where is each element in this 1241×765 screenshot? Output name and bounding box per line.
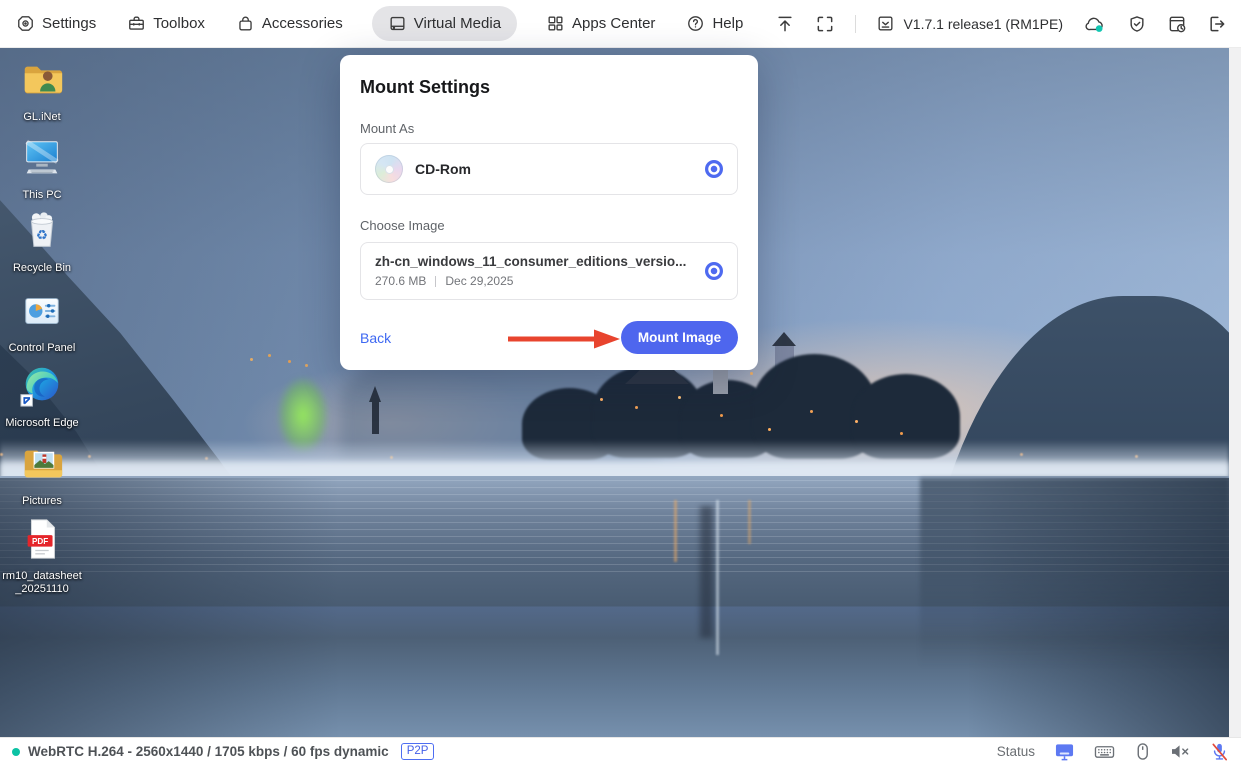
mount-settings-dialog: Mount Settings Mount As CD-Rom Choose Im…	[340, 55, 758, 370]
p2p-badge: P2P	[401, 743, 435, 760]
menu-item-label: Help	[712, 15, 743, 32]
cdrom-disc-icon	[375, 155, 403, 183]
stream-info: WebRTC H.264 - 2560x1440 / 1705 kbps / 6…	[28, 744, 389, 759]
desktop-icon-label: This PC	[22, 189, 61, 202]
desktop-icon-label: Recycle Bin	[13, 262, 71, 275]
control-panel-icon	[19, 288, 65, 339]
desktop-icon-glinet[interactable]: GL.iNet	[0, 57, 84, 124]
desktop-icon-label: Pictures	[22, 495, 62, 508]
shield-check-icon[interactable]	[1127, 14, 1147, 34]
image-size: 270.6 MB	[375, 274, 426, 288]
menu-item-apps-center[interactable]: Apps Center	[544, 6, 657, 41]
firmware-version: V1.7.1 release1 (RM1PE)	[903, 16, 1063, 32]
desktop-icon-label: Microsoft Edge	[5, 417, 78, 430]
settings-icon	[16, 14, 35, 33]
desktop-icon-label: GL.iNet	[23, 111, 60, 124]
main-menu: Settings Toolbox Accessories	[14, 6, 745, 41]
menu-item-help[interactable]: Help	[684, 6, 745, 41]
upload-icon[interactable]	[775, 14, 795, 34]
desktop-icon-label: rm10_datasheet_20251110	[2, 570, 82, 596]
version-group: V1.7.1 release1 (RM1PE)	[876, 14, 1063, 33]
mouse-icon[interactable]	[1134, 742, 1151, 761]
back-link[interactable]: Back	[360, 330, 391, 346]
keyboard-icon[interactable]	[1094, 742, 1115, 761]
display-icon[interactable]	[1054, 742, 1075, 761]
computer-icon	[19, 135, 65, 186]
image-option[interactable]: zh-cn_windows_11_consumer_editions_versi…	[360, 242, 738, 300]
image-radio[interactable]	[705, 262, 723, 280]
microphone-muted-icon[interactable]	[1210, 742, 1229, 762]
svg-text:♻: ♻	[36, 229, 48, 244]
edge-icon	[19, 363, 65, 414]
desktop-icon-recycle-bin[interactable]: ♻ Recycle Bin	[0, 208, 84, 275]
cdrom-option[interactable]: CD-Rom	[360, 143, 738, 195]
session-record-icon[interactable]	[1167, 14, 1187, 34]
desktop-icon-control-panel[interactable]: Control Panel	[0, 288, 84, 355]
menu-item-label: Accessories	[262, 15, 343, 32]
virtual-media-icon	[388, 14, 407, 33]
help-icon	[686, 14, 705, 33]
user-folder-icon	[19, 57, 65, 108]
menu-item-label: Settings	[42, 15, 96, 32]
online-dot-icon	[12, 748, 20, 756]
wallpaper-church-spire	[372, 400, 379, 434]
remote-kvm-app: Settings Toolbox Accessories	[0, 0, 1241, 765]
svg-text:PDF: PDF	[32, 537, 48, 546]
toolbar-actions: V1.7.1 release1 (RM1PE)	[775, 14, 1227, 34]
choose-image-label: Choose Image	[360, 218, 445, 233]
menu-item-label: Toolbox	[153, 15, 205, 32]
pdf-icon: PDF	[19, 516, 65, 567]
meta-divider	[435, 276, 436, 287]
menu-item-accessories[interactable]: Accessories	[234, 6, 345, 41]
status-label: Status	[997, 744, 1035, 759]
accessories-icon	[236, 14, 255, 33]
tutorial-arrow-icon	[506, 328, 622, 355]
exit-icon[interactable]	[1207, 14, 1227, 34]
top-toolbar: Settings Toolbox Accessories	[0, 0, 1241, 48]
desktop-icon-this-pc[interactable]: This PC	[0, 135, 84, 202]
recycle-bin-icon: ♻	[19, 208, 65, 259]
cdrom-option-label: CD-Rom	[415, 161, 471, 177]
desktop-icon-edge[interactable]: Microsoft Edge	[0, 363, 84, 430]
desktop-icon-pictures[interactable]: Pictures	[0, 441, 84, 508]
statusbar-devices: Status	[997, 742, 1229, 762]
video-letterbox	[1229, 48, 1241, 737]
cdrom-radio[interactable]	[705, 160, 723, 178]
menu-item-virtual-media[interactable]: Virtual Media	[372, 6, 517, 41]
connection-statusbar: WebRTC H.264 - 2560x1440 / 1705 kbps / 6…	[0, 737, 1241, 765]
menu-item-settings[interactable]: Settings	[14, 6, 98, 41]
fullscreen-icon[interactable]	[815, 14, 835, 34]
toolbox-icon	[127, 14, 146, 33]
pictures-folder-icon	[19, 441, 65, 492]
menu-item-label: Virtual Media	[414, 15, 501, 32]
image-date: Dec 29,2025	[445, 274, 513, 288]
desktop-icon-pdf[interactable]: PDF rm10_datasheet_20251110	[0, 516, 84, 596]
update-box-icon[interactable]	[876, 14, 895, 33]
mount-image-button[interactable]: Mount Image	[621, 321, 738, 354]
cloud-sync-icon[interactable]	[1083, 14, 1107, 34]
image-filename: zh-cn_windows_11_consumer_editions_versi…	[375, 254, 686, 269]
menu-item-toolbox[interactable]: Toolbox	[125, 6, 207, 41]
apps-center-icon	[546, 14, 565, 33]
desktop-icon-label: Control Panel	[9, 342, 76, 355]
image-info: zh-cn_windows_11_consumer_editions_versi…	[375, 254, 686, 288]
mount-as-label: Mount As	[360, 121, 414, 136]
menu-item-label: Apps Center	[572, 15, 655, 32]
dialog-title: Mount Settings	[360, 77, 490, 98]
speaker-muted-icon[interactable]	[1170, 743, 1191, 760]
toolbar-divider	[855, 15, 856, 33]
